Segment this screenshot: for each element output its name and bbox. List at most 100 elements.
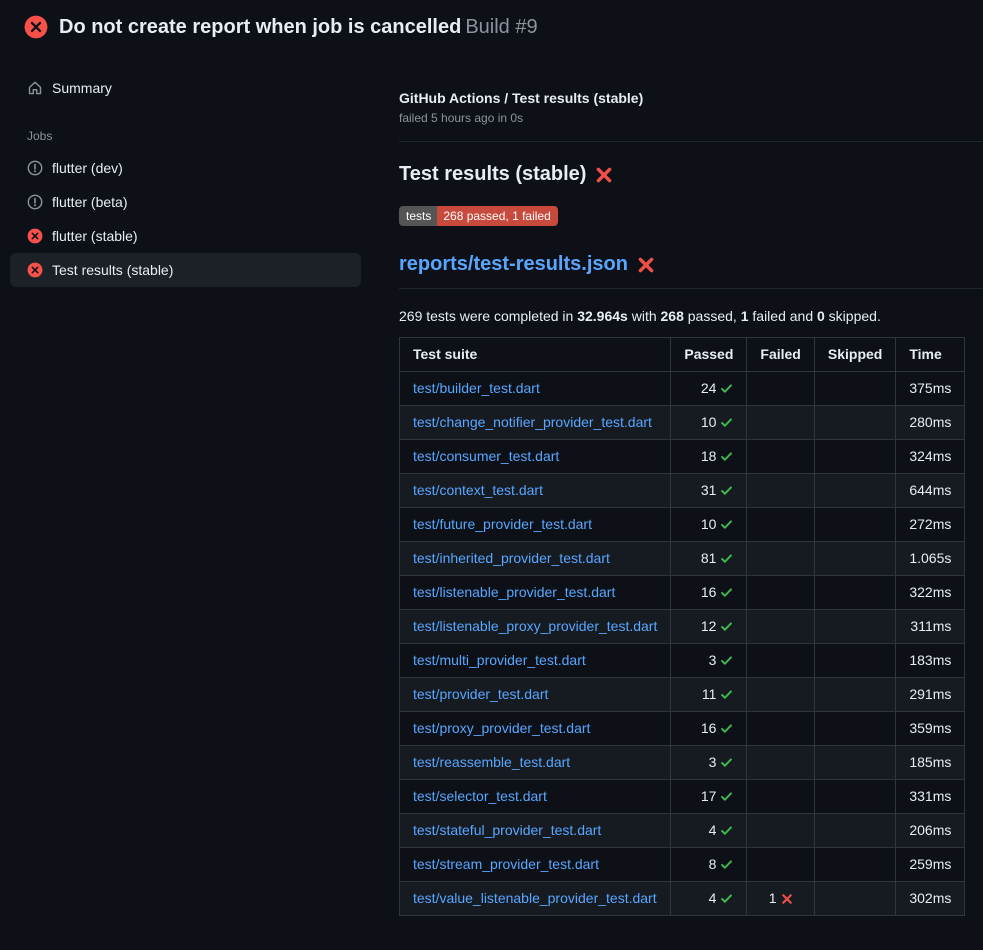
skipped-cell [814,746,895,780]
table-row: test/stateful_provider_test.dart 4 206ms [400,814,965,848]
report-file-link[interactable]: reports/test-results.json [399,253,628,276]
failed-cell [747,746,814,780]
skipped-cell [814,882,895,916]
suite-link[interactable]: test/multi_provider_test.dart [413,652,586,668]
sidebar-item-flutter-dev[interactable]: flutter (dev) [10,151,361,185]
passed-count: 4 [709,888,717,909]
col-header-test-suite: Test suite [400,338,671,372]
suite-link[interactable]: test/consumer_test.dart [413,448,559,464]
passed-count: 10 [701,514,717,535]
suite-link[interactable]: test/selector_test.dart [413,788,547,804]
failed-cell [747,372,814,406]
skipped-cell [814,474,895,508]
check-icon [720,416,733,429]
skipped-cell [814,576,895,610]
time-cell: 185ms [896,746,965,780]
sidebar-item-label: Test results (stable) [52,262,173,278]
suite-cell: test/consumer_test.dart [400,440,671,474]
report-title: reports/test-results.json [399,253,983,289]
time-cell: 272ms [896,508,965,542]
failed-count: 1 [769,888,777,909]
suite-link[interactable]: test/future_provider_test.dart [413,516,592,532]
passed-cell: 16 [671,712,747,746]
skipped-cell [814,814,895,848]
suite-cell: test/change_notifier_provider_test.dart [400,406,671,440]
check-icon [720,892,733,905]
suite-cell: test/listenable_provider_test.dart [400,576,671,610]
badge-label: tests [399,206,437,226]
check-icon [720,620,733,633]
suite-link[interactable]: test/inherited_provider_test.dart [413,550,610,566]
suite-link[interactable]: test/value_listenable_provider_test.dart [413,890,657,906]
suite-link[interactable]: test/stream_provider_test.dart [413,856,599,872]
red-x-icon [781,893,793,905]
skipped-cell [814,406,895,440]
sidebar-item-flutter-stable[interactable]: flutter (stable) [10,219,361,253]
skipped-cell [814,712,895,746]
passed-count: 16 [701,718,717,739]
sidebar-item-summary[interactable]: Summary [10,71,361,105]
suite-cell: test/context_test.dart [400,474,671,508]
time-cell: 183ms [896,644,965,678]
check-icon [720,654,733,667]
time-cell: 324ms [896,440,965,474]
passed-cell: 12 [671,610,747,644]
sidebar-item-flutter-beta[interactable]: flutter (beta) [10,185,361,219]
passed-cell: 10 [671,406,747,440]
sidebar-item-label: flutter (dev) [52,160,123,176]
suite-link[interactable]: test/change_notifier_provider_test.dart [413,414,652,430]
failed-cell [747,406,814,440]
sidebar-item-test-results-stable[interactable]: Test results (stable) [10,253,361,287]
neutral-status-icon [27,194,43,210]
passed-count: 3 [709,752,717,773]
suite-link[interactable]: test/provider_test.dart [413,686,548,702]
check-icon [720,450,733,463]
test-results-table: Test suite Passed Failed Skipped Time te… [399,337,965,916]
passed-count: 4 [709,820,717,841]
failed-cell [747,678,814,712]
suite-link[interactable]: test/listenable_proxy_provider_test.dart [413,618,657,634]
suite-link[interactable]: test/proxy_provider_test.dart [413,720,590,736]
section-title: Test results (stable) [399,163,983,186]
summary-line: 269 tests were completed in 32.964s with… [399,308,983,324]
time-cell: 259ms [896,848,965,882]
check-icon [720,824,733,837]
col-header-skipped: Skipped [814,338,895,372]
suite-link[interactable]: test/listenable_provider_test.dart [413,584,615,600]
failed-cell [747,440,814,474]
check-icon [720,382,733,395]
col-header-passed: Passed [671,338,747,372]
failed-cell [747,644,814,678]
passed-cell: 3 [671,644,747,678]
col-header-failed: Failed [747,338,814,372]
passed-cell: 18 [671,440,747,474]
home-icon [27,80,43,96]
failed-cell [747,814,814,848]
failed-cell [747,542,814,576]
suite-link[interactable]: test/context_test.dart [413,482,543,498]
passed-cell: 24 [671,372,747,406]
check-icon [720,688,733,701]
failed-cell [747,610,814,644]
breadcrumb: GitHub Actions / Test results (stable) [399,90,983,106]
time-cell: 331ms [896,780,965,814]
failed-status-icon [24,15,48,39]
table-row: test/consumer_test.dart 18 324ms [400,440,965,474]
col-header-time: Time [896,338,965,372]
jobs-nav: flutter (dev) flutter (beta) flutter (st… [0,151,371,287]
suite-link[interactable]: test/builder_test.dart [413,380,540,396]
table-row: test/reassemble_test.dart 3 185ms [400,746,965,780]
table-row: test/value_listenable_provider_test.dart… [400,882,965,916]
table-row: test/context_test.dart 31 644ms [400,474,965,508]
time-cell: 644ms [896,474,965,508]
check-icon [720,722,733,735]
failed-status-icon [27,228,43,244]
time-cell: 206ms [896,814,965,848]
job-report-main: GitHub Actions / Test results (stable) f… [371,53,983,916]
suite-cell: test/listenable_proxy_provider_test.dart [400,610,671,644]
check-icon [720,790,733,803]
suite-link[interactable]: test/stateful_provider_test.dart [413,822,601,838]
suite-cell: test/stream_provider_test.dart [400,848,671,882]
suite-link[interactable]: test/reassemble_test.dart [413,754,570,770]
sidebar: Summary Jobs flutter (dev) flutter (beta… [0,53,371,287]
